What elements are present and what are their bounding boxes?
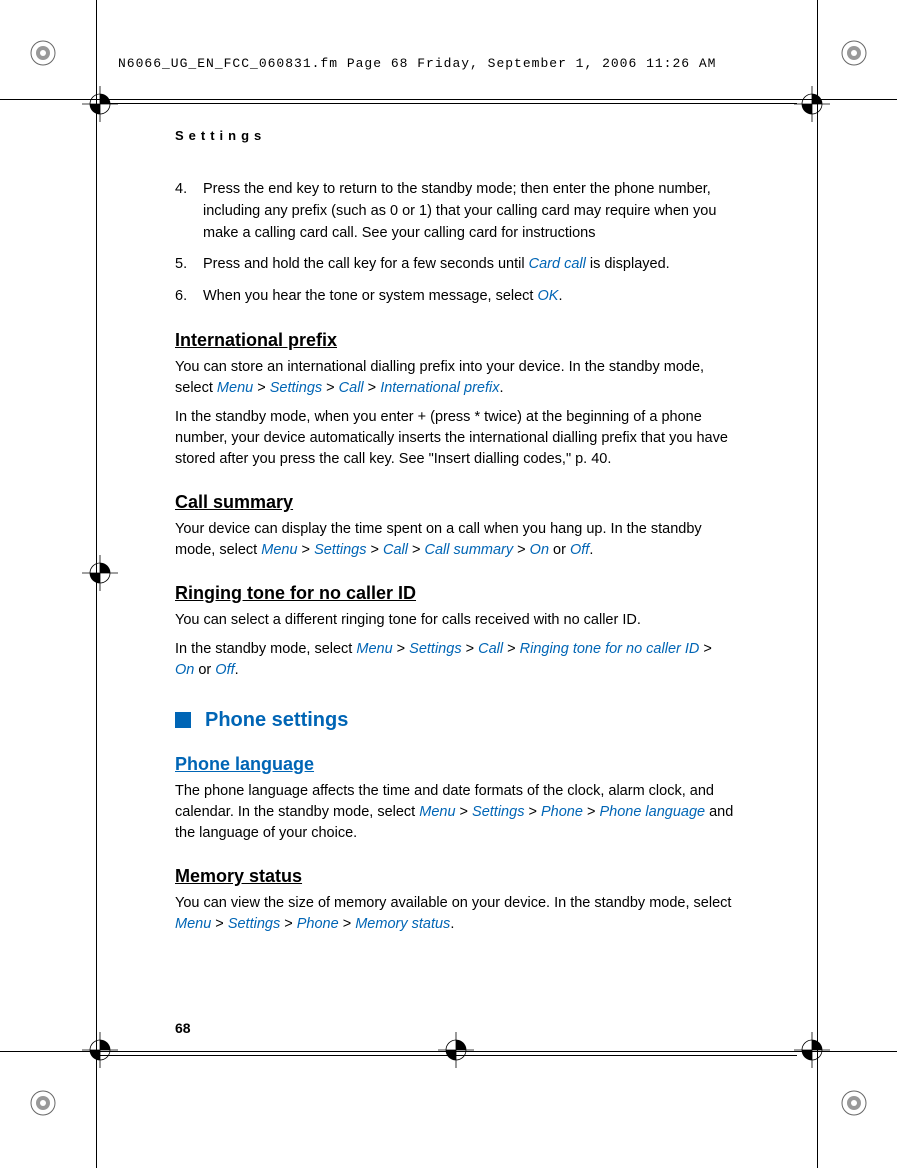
section-label: Settings (175, 128, 735, 143)
square-bullet-icon (175, 712, 191, 728)
paragraph: In the standby mode, when you enter + (p… (175, 407, 735, 470)
paragraph: You can select a different ringing tone … (175, 610, 735, 631)
paragraph: Your device can display the time spent o… (175, 519, 735, 561)
paragraph: The phone language affects the time and … (175, 781, 735, 844)
subsection-heading: Phone language (175, 754, 735, 775)
step-text: Press the end key to return to the stand… (203, 179, 735, 244)
paragraph: You can view the size of memory availabl… (175, 893, 735, 935)
page-header: N6066_UG_EN_FCC_060831.fm Page 68 Friday… (118, 56, 717, 71)
vertical-rule (817, 0, 818, 1168)
step-text: When you hear the tone or system message… (203, 286, 735, 308)
registration-mark-icon (794, 1032, 830, 1068)
vertical-rule (96, 0, 97, 1168)
step-number: 4. (175, 179, 203, 244)
step-list: 4. Press the end key to return to the st… (175, 179, 735, 308)
step-number: 5. (175, 254, 203, 276)
crop-mark-icon (28, 38, 58, 68)
crop-mark-icon (839, 1088, 869, 1118)
registration-mark-icon (794, 86, 830, 122)
registration-mark-icon (82, 86, 118, 122)
paragraph: You can store an international dialling … (175, 357, 735, 399)
page-content: Settings 4. Press the end key to return … (175, 128, 735, 943)
step-text: Press and hold the call key for a few se… (203, 254, 735, 276)
paragraph: In the standby mode, select Menu > Setti… (175, 639, 735, 681)
horizontal-rule (0, 1051, 897, 1052)
step-item: 5. Press and hold the call key for a few… (175, 254, 735, 276)
section-title: Phone settings (175, 709, 735, 732)
section-title-text: Phone settings (205, 709, 348, 732)
subsection-heading: Ringing tone for no caller ID (175, 583, 735, 604)
registration-mark-icon (438, 1032, 474, 1068)
registration-mark-icon (82, 555, 118, 591)
horizontal-rule (0, 99, 897, 100)
subsection-heading: International prefix (175, 330, 735, 351)
crop-mark-icon (28, 1088, 58, 1118)
page-number: 68 (175, 1020, 191, 1036)
step-item: 6. When you hear the tone or system mess… (175, 286, 735, 308)
subsection-heading: Call summary (175, 492, 735, 513)
registration-mark-icon (82, 1032, 118, 1068)
step-item: 4. Press the end key to return to the st… (175, 179, 735, 244)
crop-mark-icon (839, 38, 869, 68)
horizontal-rule (100, 1055, 797, 1056)
horizontal-rule (100, 103, 797, 104)
subsection-heading: Memory status (175, 866, 735, 887)
step-number: 6. (175, 286, 203, 308)
